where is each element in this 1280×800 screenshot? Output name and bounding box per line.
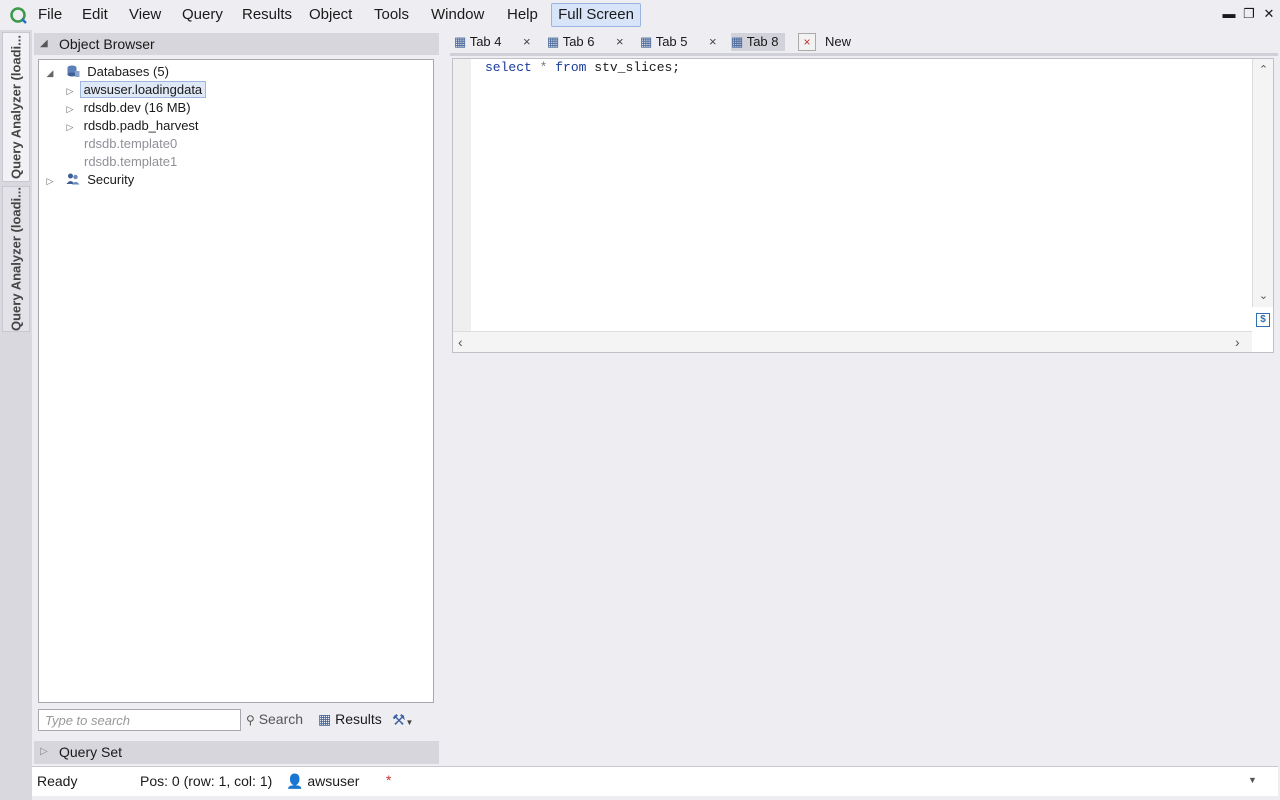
tree-label-db4: rdsdb.template0 <box>84 136 178 151</box>
tab-5-close-icon[interactable]: × <box>709 33 717 51</box>
status-dropdown-icon[interactable]: ▼ <box>1248 775 1257 785</box>
tree-node-db2[interactable]: ▷ rdsdb.dev (16 MB) <box>64 99 191 117</box>
menu-edit[interactable]: Edit <box>80 5 110 25</box>
tab-8-label: Tab 8 <box>746 34 779 49</box>
tree-node-security[interactable]: ▷ Security <box>44 171 135 190</box>
tab-4[interactable]: ▦ Tab 4 <box>454 33 502 51</box>
collapsed-arrow-icon[interactable]: ▷ <box>64 118 76 136</box>
search-button[interactable]: ⚲ Search <box>246 711 303 727</box>
tree-label-db2: rdsdb.dev (16 MB) <box>83 100 191 115</box>
tab-6-close-icon[interactable]: × <box>616 33 624 51</box>
tree-node-db3[interactable]: ▷ rdsdb.padb_harvest <box>64 117 199 135</box>
tree-node-databases[interactable]: ◢ Databases (5) <box>44 63 169 81</box>
status-user: 👤 awsuser <box>286 773 359 790</box>
vertical-tab-query-analyzer-2[interactable]: Query Analyzer (loadi... <box>2 186 30 332</box>
menu-help[interactable]: Help <box>505 5 540 25</box>
databases-icon <box>67 65 80 77</box>
tree-label-db5: rdsdb.template1 <box>84 154 178 169</box>
table-name: stv_slices; <box>594 60 681 75</box>
menu-query[interactable]: Query <box>180 5 225 25</box>
app-logo-icon <box>10 7 27 24</box>
object-browser-header[interactable]: Object Browser <box>34 33 439 55</box>
status-user-label: awsuser <box>307 773 360 789</box>
vertical-tab-query-analyzer-1[interactable]: Query Analyzer (loadi... <box>2 32 30 182</box>
search-button-label: Search <box>258 711 304 727</box>
sql-editor[interactable] <box>452 58 1274 353</box>
tree-node-db1[interactable]: ▷ awsuser.loadingdata <box>64 81 207 100</box>
table-icon: ▦ <box>547 34 560 49</box>
tree-label-db3: rdsdb.padb_harvest <box>83 118 199 133</box>
fullscreen-button[interactable]: Full Screen <box>551 3 641 27</box>
results-button-label: Results <box>335 711 382 727</box>
table-icon: ▦ <box>640 34 653 49</box>
close-window-icon[interactable]: ✕ <box>1261 5 1277 23</box>
tab-5[interactable]: ▦ Tab 5 <box>640 33 688 51</box>
scroll-right-icon[interactable]: › <box>1235 334 1240 350</box>
menu-view[interactable]: View <box>127 5 163 25</box>
object-tree: ◢ Databases (5) ▷ awsuser.loadingdata ▷ … <box>38 59 434 703</box>
new-tab-button[interactable]: New <box>825 33 851 51</box>
tools-icon: ⚒ <box>392 712 406 729</box>
tab-8[interactable]: ▦ Tab 8 <box>731 33 785 51</box>
horizontal-scrollbar[interactable]: ‹ › <box>453 331 1252 352</box>
tools-dropdown-button[interactable]: ⚒▼ <box>392 711 413 729</box>
users-icon <box>66 173 80 185</box>
collapsed-arrow-icon[interactable]: ▷ <box>64 82 76 100</box>
editor-gutter <box>453 59 471 331</box>
menu-object[interactable]: Object <box>307 5 354 25</box>
scroll-left-icon[interactable]: ‹ <box>458 334 463 350</box>
menu-tools[interactable]: Tools <box>372 5 411 25</box>
dollar-icon[interactable]: $ <box>1256 313 1270 327</box>
restore-icon[interactable]: ❐ <box>1241 5 1257 23</box>
menu-results[interactable]: Results <box>240 5 294 25</box>
scroll-down-icon[interactable]: ⌄ <box>1253 289 1274 302</box>
operator-star: * <box>539 60 548 75</box>
search-input[interactable]: Type to search <box>38 709 241 731</box>
menu-window[interactable]: Window <box>429 5 486 25</box>
table-icon: ▦ <box>454 34 467 49</box>
table-icon: ▦ <box>731 34 744 49</box>
keyword-from: from <box>555 60 587 75</box>
scroll-up-icon[interactable]: ⌃ <box>1253 63 1274 76</box>
expand-arrow-icon[interactable]: ▷ <box>40 746 48 757</box>
tab-8-close-icon[interactable]: × <box>798 33 816 51</box>
collapsed-arrow-icon[interactable]: ▷ <box>44 172 56 190</box>
dropdown-caret-icon: ▼ <box>405 718 414 727</box>
expanded-arrow-icon[interactable]: ◢ <box>44 64 56 82</box>
grid-icon: ▦ <box>318 711 332 727</box>
results-button[interactable]: ▦ Results <box>318 711 382 728</box>
tab-5-label: Tab 5 <box>655 34 688 49</box>
minimize-icon[interactable]: ▬ <box>1221 5 1237 23</box>
collapse-arrow-icon[interactable]: ◢ <box>40 38 48 49</box>
tab-6-label: Tab 6 <box>562 34 595 49</box>
vertical-scrollbar[interactable]: ⌃ ⌄ <box>1252 59 1273 307</box>
tree-label-databases: Databases (5) <box>87 64 169 79</box>
status-ready: Ready <box>37 773 78 789</box>
tab-4-close-icon[interactable]: × <box>523 33 531 51</box>
tree-label-db1: awsuser.loadingdata <box>79 81 207 98</box>
keyword-select: select <box>485 60 532 75</box>
tree-label-security: Security <box>87 172 135 187</box>
search-icon: ⚲ <box>246 713 255 727</box>
code-line-1[interactable]: select * from stv_slices; <box>485 60 680 76</box>
unsaved-indicator: * <box>386 772 392 788</box>
tab-4-label: Tab 4 <box>469 34 502 49</box>
status-position: Pos: 0 (row: 1, col: 1) <box>140 773 273 789</box>
menu-file[interactable]: File <box>36 5 64 25</box>
collapsed-arrow-icon[interactable]: ▷ <box>64 100 76 118</box>
tree-node-db5[interactable]: rdsdb.template1 <box>80 153 177 171</box>
tab-6[interactable]: ▦ Tab 6 <box>547 33 595 51</box>
tree-node-db4[interactable]: rdsdb.template0 <box>80 135 177 153</box>
tab-strip-divider <box>450 53 1278 56</box>
query-set-header[interactable]: Query Set <box>34 741 439 764</box>
user-icon: 👤 <box>286 773 304 789</box>
